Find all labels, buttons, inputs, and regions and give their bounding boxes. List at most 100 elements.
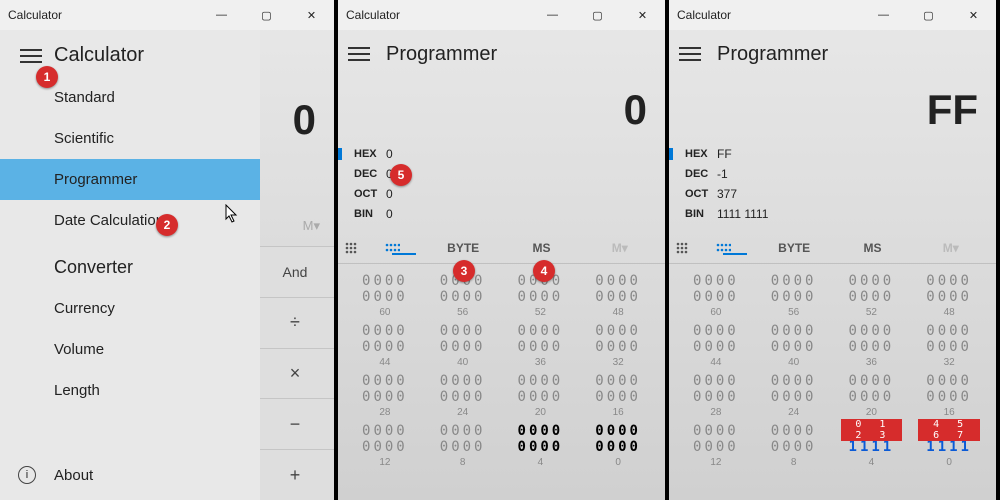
rightstrip-peek: 0 M▾ And ÷ × − + <box>256 30 334 500</box>
bit-nibble[interactable]: 0000 000056 <box>757 270 831 318</box>
bit-values: 0000 0000 <box>348 270 422 305</box>
bit-nibble[interactable]: 0000 000028 <box>348 370 422 418</box>
op-multiply-button[interactable]: × <box>256 348 334 399</box>
bit-grid: 0000 0000600000 0000560000 0000520000 00… <box>669 264 996 472</box>
base-row-oct[interactable]: OCT377 <box>679 184 996 204</box>
bit-nibble[interactable]: 0000 000012 <box>348 420 422 468</box>
bit-values: 0000 0000 <box>348 370 422 405</box>
minimize-button[interactable]: — <box>861 0 906 30</box>
bit-values: 0000 0000 <box>348 320 422 355</box>
menu-item-programmer[interactable]: Programmer <box>0 159 260 200</box>
menu-item-scientific[interactable]: Scientific <box>0 118 260 159</box>
close-button[interactable]: ✕ <box>289 0 334 30</box>
bit-index: 4 <box>504 457 578 468</box>
close-button[interactable]: ✕ <box>620 0 665 30</box>
bit-nibble[interactable]: 0000 000036 <box>504 320 578 368</box>
base-row-bin[interactable]: BIN0 <box>348 204 665 224</box>
bit-values: 0000 0000 <box>581 320 655 355</box>
bit-nibble[interactable]: 0000 000036 <box>835 320 909 368</box>
memory-store-button[interactable]: MS <box>833 241 911 255</box>
base-readout: HEX0 DEC0 OCT0 BIN0 <box>338 140 665 232</box>
bit-index: 60 <box>679 307 753 318</box>
keypad-mode-button[interactable] <box>344 241 384 255</box>
keypad-icon <box>344 241 358 255</box>
bit-nibble[interactable]: 0000 000020 <box>835 370 909 418</box>
bit-nibble[interactable]: 0000 00000 <box>581 420 655 468</box>
titlebar[interactable]: Calculator — ▢ ✕ <box>669 0 996 30</box>
bit-nibble[interactable]: 0000 000060 <box>679 270 753 318</box>
bit-nibble[interactable]: 0000 000044 <box>348 320 422 368</box>
titlebar[interactable]: Calculator — ▢ ✕ <box>0 0 334 30</box>
bit-nibble[interactable]: 4 5 6 71111 11110 <box>912 420 986 468</box>
word-size-button[interactable]: BYTE <box>755 241 833 255</box>
bit-nibble[interactable]: 0000 00008 <box>757 420 831 468</box>
bit-nibble[interactable]: 0000 00008 <box>426 420 500 468</box>
bit-index-overlay: 4 5 6 7 <box>918 419 980 441</box>
memory-dropdown[interactable]: M▾ <box>581 241 659 255</box>
word-size-button[interactable]: BYTE <box>424 241 502 255</box>
bit-index: 24 <box>757 407 831 418</box>
menu-item-about[interactable]: i About <box>0 456 260 494</box>
window-1-calculator-menu: Calculator — ▢ ✕ 0 M▾ And ÷ × − + Calcul… <box>0 0 338 500</box>
minimize-button[interactable]: — <box>199 0 244 30</box>
menu-item-volume[interactable]: Volume <box>0 329 260 370</box>
bit-values: 0000 0000 <box>679 320 753 355</box>
keypad-mode-button[interactable] <box>675 241 715 255</box>
maximize-button[interactable]: ▢ <box>575 0 620 30</box>
bit-nibble[interactable]: 0000 000044 <box>679 320 753 368</box>
bit-index: 32 <box>581 357 655 368</box>
bit-toggle-icon <box>715 242 731 254</box>
window-title: Calculator <box>8 8 62 22</box>
bit-nibble[interactable]: 0000 0000 32 <box>581 320 655 368</box>
bit-nibble[interactable]: 0000 000040 <box>757 320 831 368</box>
bit-nibble[interactable]: 0000 000048 <box>912 270 986 318</box>
bit-nibble[interactable]: 0000 000048 <box>581 270 655 318</box>
base-row-bin[interactable]: BIN1111 1111 <box>679 204 996 224</box>
bit-nibble[interactable]: 0000 000032 <box>912 320 986 368</box>
maximize-button[interactable]: ▢ <box>906 0 951 30</box>
hamburger-icon[interactable] <box>20 45 42 67</box>
menu-item-currency[interactable]: Currency <box>0 288 260 329</box>
maximize-button[interactable]: ▢ <box>244 0 289 30</box>
base-row-oct[interactable]: OCT0 <box>348 184 665 204</box>
close-button[interactable]: ✕ <box>951 0 996 30</box>
base-row-hex[interactable]: HEX0 <box>348 144 665 164</box>
memory-dropdown[interactable]: M▾ <box>912 241 990 255</box>
op-minus-button[interactable]: − <box>256 398 334 449</box>
menu-item-date-calculation[interactable]: Date Calculation <box>0 200 260 241</box>
bit-nibble[interactable]: 0000 000024 <box>757 370 831 418</box>
titlebar[interactable]: Calculator — ▢ ✕ <box>338 0 665 30</box>
bit-nibble[interactable]: 0000 000040 <box>426 320 500 368</box>
bit-nibble[interactable]: 0000 000060 <box>348 270 422 318</box>
op-and-button[interactable]: And <box>256 246 334 297</box>
bit-nibble[interactable]: 0000 000012 <box>679 420 753 468</box>
bit-nibble[interactable]: 0000 00004 <box>504 420 578 468</box>
bit-index: 28 <box>679 407 753 418</box>
annotation-badge-3: 3 <box>453 260 475 282</box>
bit-index: 52 <box>835 307 909 318</box>
bit-nibble[interactable]: 0000 0000 28 <box>679 370 753 418</box>
bit-values: 0000 0000 <box>912 320 986 355</box>
op-plus-button[interactable]: + <box>256 449 334 500</box>
minimize-button[interactable]: — <box>530 0 575 30</box>
bit-toggle-mode-button[interactable] <box>715 242 755 254</box>
base-row-hex[interactable]: HEXFF <box>679 144 996 164</box>
bit-values: 0000 0000 <box>679 370 753 405</box>
bit-nibble[interactable]: 0000 000020 <box>504 370 578 418</box>
base-row-dec[interactable]: DEC-1 <box>679 164 996 184</box>
bit-index: 16 <box>912 407 986 418</box>
bit-toggle-mode-button[interactable] <box>384 242 424 254</box>
menu-item-length[interactable]: Length <box>0 370 260 411</box>
bit-nibble[interactable]: 0000 000016 <box>581 370 655 418</box>
bit-nibble[interactable]: 0000 000024 <box>426 370 500 418</box>
bit-nibble[interactable]: 0 1 2 31111 11114 <box>835 420 909 468</box>
bit-values: 0000 0000 <box>757 320 831 355</box>
hamburger-icon[interactable] <box>679 43 701 65</box>
op-divide-button[interactable]: ÷ <box>256 297 334 348</box>
keypad-icon <box>675 241 689 255</box>
bit-values: 0000 0000 <box>426 320 500 355</box>
hamburger-icon[interactable] <box>348 43 370 65</box>
bit-nibble[interactable]: 0000 000016 <box>912 370 986 418</box>
memory-store-button[interactable]: MS <box>502 241 580 255</box>
bit-nibble[interactable]: 0000 000052 <box>835 270 909 318</box>
